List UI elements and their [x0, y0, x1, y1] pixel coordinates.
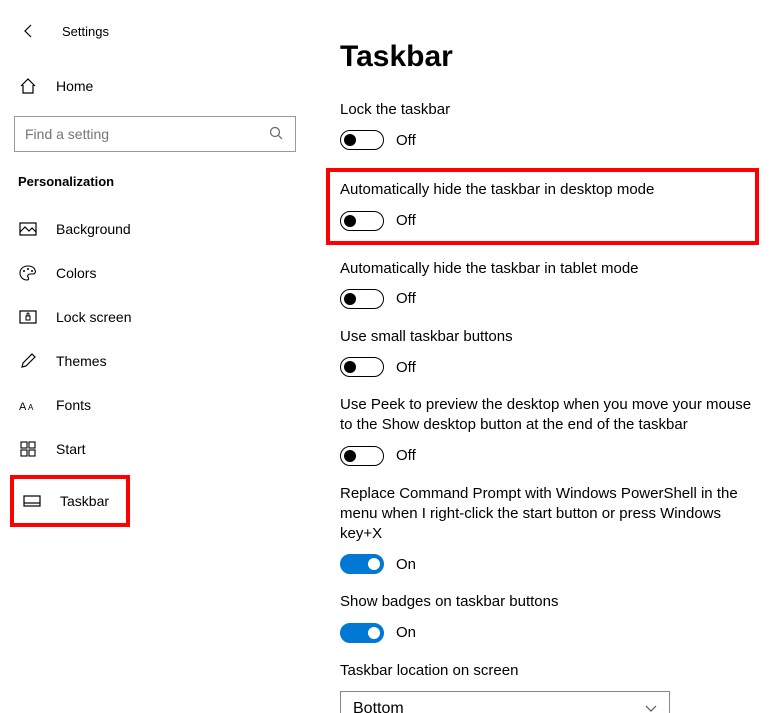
app-title: Settings	[62, 24, 109, 39]
svg-text:A: A	[28, 403, 34, 412]
toggle-knob	[344, 134, 356, 146]
brush-icon	[18, 351, 38, 371]
setting-label: Automatically hide the taskbar in deskto…	[340, 180, 745, 200]
page-title: Taskbar	[340, 40, 753, 74]
sidebar-item-background[interactable]: Background	[14, 207, 296, 251]
setting-label: Show badges on taskbar buttons	[340, 592, 753, 612]
setting-label: Automatically hide the taskbar in tablet…	[340, 259, 753, 279]
sidebar-item-fonts[interactable]: AA Fonts	[14, 383, 296, 427]
toggle-knob	[344, 215, 356, 227]
toggle-peek[interactable]	[340, 446, 384, 466]
toggle-row: Off	[340, 289, 753, 309]
location-select[interactable]: Bottom	[340, 691, 670, 713]
sidebar-item-colors[interactable]: Colors	[14, 251, 296, 295]
section-title: Personalization	[14, 174, 296, 189]
setting-label: Use Peek to preview the desktop when you…	[340, 395, 753, 436]
setting-powershell: Replace Command Prompt with Windows Powe…	[340, 484, 753, 575]
sidebar-item-label: Themes	[56, 353, 107, 369]
sidebar-item-label: Fonts	[56, 397, 91, 413]
image-icon	[18, 219, 38, 239]
chevron-down-icon	[645, 700, 657, 713]
toggle-lock-taskbar[interactable]	[340, 130, 384, 150]
toggle-knob	[344, 293, 356, 305]
setting-peek: Use Peek to preview the desktop when you…	[340, 395, 753, 466]
toggle-row: On	[340, 623, 753, 643]
setting-location: Taskbar location on screen Bottom	[340, 661, 753, 713]
select-value: Bottom	[353, 700, 404, 713]
svg-text:A: A	[19, 401, 27, 412]
toggle-hide-tablet[interactable]	[340, 289, 384, 309]
sidebar-item-taskbar[interactable]: Taskbar	[10, 475, 130, 527]
start-icon	[18, 439, 38, 459]
toggle-hide-desktop[interactable]	[340, 211, 384, 231]
toggle-state: Off	[396, 290, 416, 307]
setting-badges: Show badges on taskbar buttons On	[340, 592, 753, 642]
fonts-icon: AA	[18, 395, 38, 415]
sidebar-item-label: Lock screen	[56, 309, 131, 325]
setting-hide-tablet: Automatically hide the taskbar in tablet…	[340, 259, 753, 309]
toggle-knob	[368, 558, 380, 570]
highlight-hide-desktop: Automatically hide the taskbar in deskto…	[326, 168, 759, 244]
home-label: Home	[56, 78, 93, 94]
sidebar-item-start[interactable]: Start	[14, 427, 296, 471]
toggle-state: Off	[396, 359, 416, 376]
toggle-state: On	[396, 624, 416, 641]
search-box[interactable]	[14, 116, 296, 152]
sidebar: Settings Home Personalization Background…	[0, 0, 310, 713]
setting-small-buttons: Use small taskbar buttons Off	[340, 327, 753, 377]
toggle-small-buttons[interactable]	[340, 357, 384, 377]
toggle-row: Off	[340, 446, 753, 466]
settings-header: Settings	[14, 20, 296, 42]
toggle-row: Off	[340, 130, 753, 150]
sidebar-item-themes[interactable]: Themes	[14, 339, 296, 383]
toggle-badges[interactable]	[340, 623, 384, 643]
setting-label: Replace Command Prompt with Windows Powe…	[340, 484, 753, 545]
toggle-row: Off	[340, 357, 753, 377]
toggle-knob	[368, 627, 380, 639]
toggle-row: Off	[340, 211, 745, 231]
toggle-state: Off	[396, 447, 416, 464]
toggle-knob	[344, 361, 356, 373]
toggle-state: Off	[396, 212, 416, 229]
home-icon	[18, 76, 38, 96]
sidebar-item-lockscreen[interactable]: Lock screen	[14, 295, 296, 339]
toggle-powershell[interactable]	[340, 554, 384, 574]
search-icon	[269, 126, 285, 142]
sidebar-item-label: Start	[56, 441, 86, 457]
setting-label: Taskbar location on screen	[340, 661, 753, 681]
search-input[interactable]	[25, 126, 269, 142]
toggle-state: Off	[396, 132, 416, 149]
back-icon[interactable]	[18, 20, 40, 42]
sidebar-item-label: Background	[56, 221, 131, 237]
toggle-knob	[344, 450, 356, 462]
lockscreen-icon	[18, 307, 38, 327]
setting-label: Lock the taskbar	[340, 100, 753, 120]
home-nav[interactable]: Home	[14, 66, 296, 106]
palette-icon	[18, 263, 38, 283]
setting-label: Use small taskbar buttons	[340, 327, 753, 347]
setting-lock-taskbar: Lock the taskbar Off	[340, 100, 753, 150]
sidebar-item-label: Colors	[56, 265, 96, 281]
sidebar-item-label: Taskbar	[60, 493, 109, 509]
toggle-row: On	[340, 554, 753, 574]
main-content: Taskbar Lock the taskbar Off Automatical…	[310, 0, 783, 713]
toggle-state: On	[396, 556, 416, 573]
taskbar-icon	[22, 491, 42, 511]
